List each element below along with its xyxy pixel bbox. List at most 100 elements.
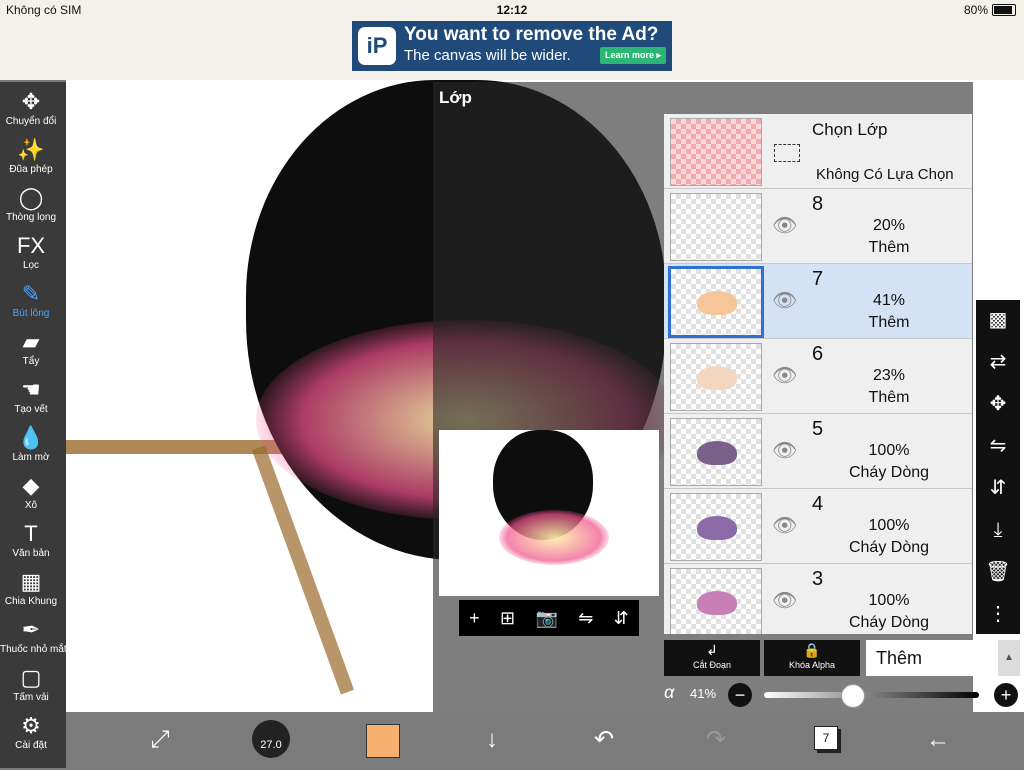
undo-icon[interactable]: ↶ [584, 720, 624, 760]
tool-eraser[interactable]: ▰ Tẩy [0, 328, 62, 374]
opacity-slider-knob[interactable] [841, 684, 866, 708]
layer-row[interactable]: 👁 4 100% Cháy Dòng [664, 489, 972, 564]
color-swatch[interactable] [366, 724, 400, 758]
status-bar: Không có SIM 12:12 80% [0, 0, 1024, 20]
layer-bottom-controls: ↲ Cắt Đoạn 🔒 Khóa Alpha Thêm ▲ [664, 640, 1020, 676]
battery-icon [992, 4, 1016, 16]
layer-thumbnail-shape [697, 441, 737, 465]
opacity-increase-button[interactable]: + [994, 683, 1018, 707]
alpha-lock-label: Khóa Alpha [788, 660, 836, 670]
ad-banner[interactable]: iP You want to remove the Ad? The canvas… [352, 21, 672, 71]
canvas-icon: ▢ [20, 665, 42, 690]
tool-bucket-fill[interactable]: ◆ Xô [0, 472, 62, 518]
layer-opacity: 20% [872, 217, 906, 234]
tool-label: Tấm vải [13, 692, 49, 703]
flip-horizontal-icon[interactable]: ⇋ [578, 608, 593, 629]
tool-smudge[interactable]: ☚ Tạo vết [0, 376, 62, 422]
down-arrow-icon[interactable]: ↓ [472, 720, 512, 760]
layer-number: 3 [812, 568, 824, 590]
layer-thumbnail [670, 193, 762, 261]
add-special-layer-icon[interactable]: ⊞ [500, 608, 515, 629]
eye-icon[interactable]: 👁 [772, 213, 797, 238]
layer-row[interactable]: 👁 6 23% Thêm [664, 339, 972, 414]
flip-horizontal-icon[interactable]: ⇋ [976, 428, 1020, 464]
tool-text[interactable]: T Văn bản [0, 520, 62, 566]
layer-thumbnail [670, 568, 762, 634]
tool-brush[interactable]: ✎ Bút lông [0, 280, 62, 326]
eyedropper-icon: ✒ [21, 617, 41, 642]
tool-move[interactable]: ✥ Chuyển đổi [0, 88, 62, 134]
flip-vertical-icon[interactable]: ⇵ [976, 470, 1020, 506]
layer-thumbnail [670, 418, 762, 486]
blur-drop-icon: 💧 [17, 425, 45, 450]
clock: 12:12 [496, 3, 528, 17]
tool-lasso[interactable]: ◯ Thòng lọng [0, 184, 62, 230]
camera-icon[interactable]: 📷 [535, 608, 557, 629]
selection-layer-row[interactable]: Chọn Lớp Không Có Lựa Chọn [664, 114, 972, 189]
eye-icon[interactable]: 👁 [772, 363, 797, 388]
swap-layers-icon[interactable]: ⇄ [976, 344, 1020, 380]
redo-icon[interactable]: ↷ [696, 720, 736, 760]
tool-frame-divider[interactable]: ▦ Chia Khung [0, 568, 62, 614]
clip-label: Cắt Đoạn [692, 660, 732, 670]
eye-icon[interactable]: 👁 [772, 438, 797, 463]
layer-opacity: 100% [868, 592, 910, 609]
layer-thumbnail-shape [697, 291, 737, 315]
alpha-lock-button[interactable]: 🔒 Khóa Alpha [764, 640, 860, 676]
layer-count-button[interactable]: 7 [814, 726, 838, 750]
tool-label: Văn bản [12, 548, 50, 559]
layer-row[interactable]: 👁 5 100% Cháy Dòng [664, 414, 972, 489]
add-layer-icon[interactable]: + [469, 608, 480, 629]
blend-mode-select[interactable]: Thêm [866, 640, 998, 676]
layer-row[interactable]: 👁 8 20% Thêm [664, 189, 972, 264]
tool-magic-wand[interactable]: ✨ Đũa phép [0, 136, 62, 182]
tool-blur-drop[interactable]: 💧 Làm mờ [0, 424, 62, 470]
eye-icon[interactable]: 👁 [772, 588, 797, 613]
tool-label: Cài đặt [15, 740, 47, 751]
tool-label: Thòng lọng [5, 212, 57, 223]
lasso-icon: ◯ [18, 185, 44, 210]
blend-mode-arrow-icon[interactable]: ▲ [998, 640, 1020, 676]
tool-canvas[interactable]: ▢ Tấm vải [0, 664, 62, 710]
back-arrow-icon[interactable]: ← [918, 720, 958, 760]
quick-select-icon[interactable]: ⤢ [140, 720, 180, 760]
ad-bar: iP You want to remove the Ad? The canvas… [0, 20, 1024, 80]
tool-fx-filter[interactable]: FX Lọc [0, 232, 62, 278]
tool-label: Làm mờ [12, 452, 50, 463]
layer-row[interactable]: 👁 3 100% Cháy Dòng [664, 564, 972, 634]
tool-label: Tẩy [22, 356, 40, 367]
ad-subline: The canvas will be wider. [404, 47, 571, 64]
trash-icon[interactable]: 🗑 [976, 554, 1020, 590]
layer-blend-mode: Cháy Dòng [848, 614, 930, 631]
move-layer-icon[interactable]: ✥ [976, 386, 1020, 422]
flip-vertical-icon[interactable]: ⇵ [614, 608, 629, 629]
ad-headline: You want to remove the Ad? [404, 24, 659, 45]
canvas-preview [439, 430, 659, 596]
tool-label: Thuốc nhỏ mắt [0, 644, 67, 655]
preview-toolbar: + ⊞ 📷 ⇋ ⇵ [459, 600, 639, 636]
learn-more-button[interactable]: Learn more ▸ [599, 47, 666, 64]
left-toolbar: ✥ Chuyển đổi ✨ Đũa phép ◯ Thòng lọng FX Lọc ✎ Bút… [0, 82, 67, 768]
layer-thumbnail-shape [697, 516, 737, 540]
brush-size-button[interactable]: 27.0 [252, 720, 290, 758]
layer-row[interactable]: 👁 7 41% Thêm [664, 264, 972, 339]
fx-filter-icon: FX [16, 233, 46, 258]
opacity-decrease-button[interactable]: − [728, 683, 752, 707]
transparency-checker-icon[interactable]: ▩ [976, 302, 1020, 338]
more-options-icon[interactable]: ⋮ [976, 596, 1020, 632]
selection-marquee-icon [774, 144, 800, 162]
layer-number: 5 [812, 418, 824, 440]
bottom-toolbar: ⤢ 27.0 ↓ ↶ ↷ 7 ← [66, 712, 1024, 768]
tool-label: Xô [24, 500, 38, 511]
merge-down-icon[interactable]: ⤓ [976, 512, 1020, 548]
tool-eyedropper[interactable]: ✒ Thuốc nhỏ mắt [0, 616, 67, 662]
opacity-slider[interactable] [764, 684, 979, 708]
lock-icon: 🔒 [803, 642, 821, 658]
clip-button[interactable]: ↲ Cắt Đoạn [664, 640, 760, 676]
frame-divider-icon: ▦ [20, 569, 42, 594]
tool-label: Đũa phép [9, 164, 53, 175]
selection-layer-title: Chọn Lớp [812, 120, 888, 139]
eye-icon[interactable]: 👁 [772, 288, 797, 313]
eye-icon[interactable]: 👁 [772, 513, 797, 538]
tool-gear[interactable]: ⚙ Cài đặt [0, 712, 62, 758]
